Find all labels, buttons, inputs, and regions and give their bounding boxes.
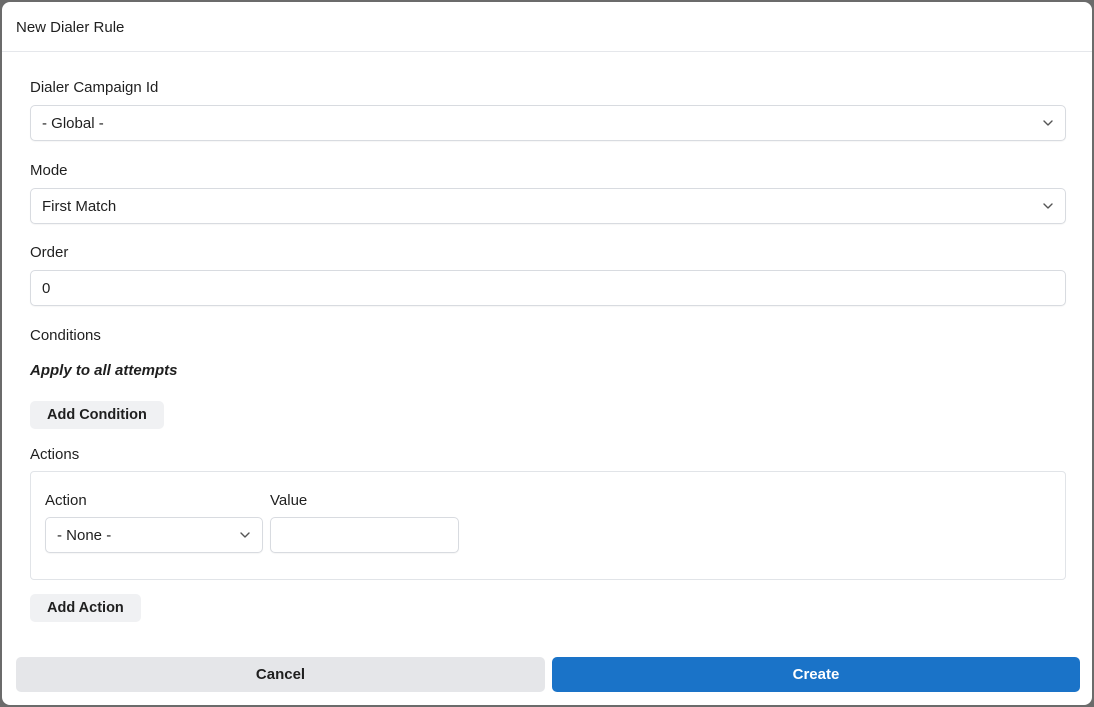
order-label: Order [30, 244, 69, 261]
mode-label: Mode [30, 162, 68, 179]
action-label: Action [45, 492, 87, 509]
campaign-id-label: Dialer Campaign Id [30, 79, 159, 96]
action-value-input[interactable] [270, 517, 459, 553]
action-select-value: - None - [57, 527, 112, 544]
dialog-header: New Dialer Rule [2, 2, 1092, 52]
create-button[interactable]: Create [552, 657, 1080, 692]
new-dialer-rule-dialog: New Dialer Rule Dialer Campaign Id - Glo… [2, 2, 1092, 705]
conditions-note: Apply to all attempts [30, 362, 178, 379]
action-row: Action Value - None - [30, 471, 1066, 580]
campaign-id-value: - Global - [42, 115, 104, 132]
order-value: 0 [42, 280, 51, 297]
add-action-button[interactable]: Add Action [30, 594, 141, 622]
action-select[interactable]: - None - [45, 517, 263, 553]
conditions-label: Conditions [30, 327, 101, 344]
mode-value: First Match [42, 198, 117, 215]
chevron-down-icon [1043, 120, 1053, 126]
cancel-button[interactable]: Cancel [16, 657, 545, 692]
chevron-down-icon [240, 532, 250, 538]
dialog-title: New Dialer Rule [16, 19, 125, 36]
order-input[interactable]: 0 [30, 270, 1066, 306]
chevron-down-icon [1043, 203, 1053, 209]
value-label: Value [270, 492, 308, 509]
actions-label: Actions [30, 446, 80, 463]
campaign-id-select[interactable]: - Global - [30, 105, 1066, 141]
mode-select[interactable]: First Match [30, 188, 1066, 224]
add-condition-button[interactable]: Add Condition [30, 401, 164, 429]
